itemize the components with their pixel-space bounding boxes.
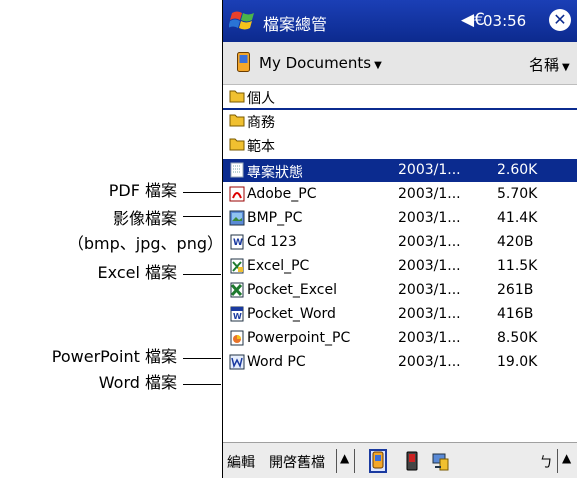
callout-powerpoint: PowerPoint 檔案 [51, 347, 177, 366]
folder-dropdown[interactable]: My Documents ▼ [259, 54, 382, 72]
excel-file-icon [230, 282, 244, 298]
file-name: Powerpoint_PC [247, 330, 351, 346]
input-panel-arrow-icon[interactable]: ▲ [562, 451, 571, 465]
toolbar-separator [336, 449, 337, 473]
file-name: 專案狀態 [247, 165, 303, 181]
menu-bar: 編輯 開啓舊檔 ▲ ㄅ ▲ [223, 442, 577, 478]
file-name: Word PC [247, 354, 306, 370]
windows-start-icon[interactable] [229, 8, 257, 34]
file-date: 2003/1... [398, 210, 461, 226]
toolbar-separator [354, 449, 355, 473]
folder-name: 個人 [247, 91, 275, 107]
file-date: 2003/1... [398, 234, 461, 250]
file-row[interactable]: BMP_PC 2003/1... 41.4K [223, 207, 577, 230]
title-bar: 檔案總管 ◀€ 03:56 ✕ [223, 0, 577, 42]
device-icon [237, 52, 250, 72]
file-row[interactable]: W Pocket_Word 2003/1... 416B [223, 303, 577, 326]
svg-text:W: W [233, 312, 242, 321]
speaker-icon[interactable]: ◀€ [461, 10, 485, 30]
callout-image-leader [183, 216, 221, 217]
file-name: Excel_PC [247, 258, 310, 274]
excel-file-icon [230, 258, 244, 274]
file-row[interactable]: W Cd 123 2003/1... 420B [223, 231, 577, 254]
powerpoint-file-icon [230, 330, 244, 346]
file-name: Adobe_PC [247, 186, 317, 202]
callout-pdf-leader [183, 192, 221, 193]
file-size: 416B [497, 306, 534, 322]
file-name: Cd 123 [247, 234, 297, 250]
storage-card-icon[interactable] [403, 449, 421, 473]
edit-menu[interactable]: 編輯 [227, 452, 255, 472]
callout-word-leader [183, 384, 221, 385]
callout-image-types: （bmp、jpg、png） [67, 234, 223, 253]
folder-icon [229, 114, 245, 127]
word-file-icon: W [230, 306, 244, 322]
callout-excel: Excel 檔案 [97, 263, 177, 282]
open-menu[interactable]: 開啓舊檔 [269, 452, 325, 472]
file-row[interactable]: Excel_PC 2003/1... 11.5K [223, 255, 577, 278]
file-explorer-screen: 檔案總管 ◀€ 03:56 ✕ My Documents ▼ 名稱 ▼ 個人 商務 … [222, 0, 577, 478]
callout-word: Word 檔案 [98, 373, 177, 392]
callout-excel-leader [183, 274, 221, 275]
file-row[interactable]: 專案狀態 2003/1... 2.60K [223, 159, 577, 182]
folder-icon [229, 138, 245, 151]
file-size: 11.5K [497, 258, 538, 274]
network-share-icon[interactable] [431, 449, 449, 473]
file-size: 2.60K [497, 162, 538, 178]
file-date: 2003/1... [398, 186, 461, 202]
file-size: 5.70K [497, 186, 538, 202]
file-date: 2003/1... [398, 258, 461, 274]
callout-pdf: PDF 檔案 [108, 181, 177, 200]
image-file-icon [229, 210, 245, 226]
folder-item[interactable]: 個人 [223, 85, 577, 110]
file-name: Pocket_Word [247, 306, 336, 322]
folder-item[interactable]: 商務 [223, 109, 577, 132]
up-arrow-icon[interactable]: ▲ [340, 451, 349, 465]
file-size: 41.4K [497, 210, 538, 226]
toolbar-separator [557, 449, 558, 473]
file-row[interactable]: Word PC 2003/1... 19.0K [223, 351, 577, 374]
file-size: 420B [497, 234, 534, 250]
word-doc-file-icon [229, 354, 245, 370]
sort-dropdown[interactable]: 名稱 ▼ [529, 54, 570, 75]
note-icon [230, 162, 244, 178]
clock[interactable]: 03:56 [483, 12, 526, 30]
file-row[interactable]: Adobe_PC 2003/1... 5.70K [223, 183, 577, 206]
close-button[interactable]: ✕ [549, 9, 571, 31]
file-size: 8.50K [497, 330, 538, 346]
file-date: 2003/1... [398, 330, 461, 346]
chevron-down-icon: ▼ [374, 60, 382, 71]
pdf-file-icon [229, 186, 245, 202]
sort-dropdown-label: 名稱 [529, 56, 560, 74]
file-date: 2003/1... [398, 306, 461, 322]
app-title: 檔案總管 [263, 15, 328, 34]
back-icon[interactable]: ㄅ [539, 452, 553, 472]
file-size: 261B [497, 282, 534, 298]
device-button-icon[interactable] [369, 449, 387, 473]
word-file-icon: W [230, 234, 244, 250]
file-row[interactable]: Powerpoint_PC 2003/1... 8.50K [223, 327, 577, 350]
folder-name: 範本 [247, 139, 275, 155]
svg-text:W: W [233, 238, 243, 248]
chevron-down-icon: ▼ [562, 62, 570, 73]
file-date: 2003/1... [398, 282, 461, 298]
file-name: BMP_PC [247, 210, 303, 226]
file-size: 19.0K [497, 354, 538, 370]
folder-bar: My Documents ▼ 名稱 ▼ [223, 42, 577, 85]
file-date: 2003/1... [398, 354, 461, 370]
file-date: 2003/1... [398, 162, 461, 178]
callout-powerpoint-leader [183, 358, 221, 359]
file-row[interactable]: Pocket_Excel 2003/1... 261B [223, 279, 577, 302]
file-name: Pocket_Excel [247, 282, 338, 298]
folder-dropdown-label: My Documents [259, 54, 372, 72]
callout-image: 影像檔案 [112, 209, 177, 228]
folder-name: 商務 [247, 115, 275, 131]
folder-icon [229, 90, 245, 103]
folder-item[interactable]: 範本 [223, 133, 577, 156]
